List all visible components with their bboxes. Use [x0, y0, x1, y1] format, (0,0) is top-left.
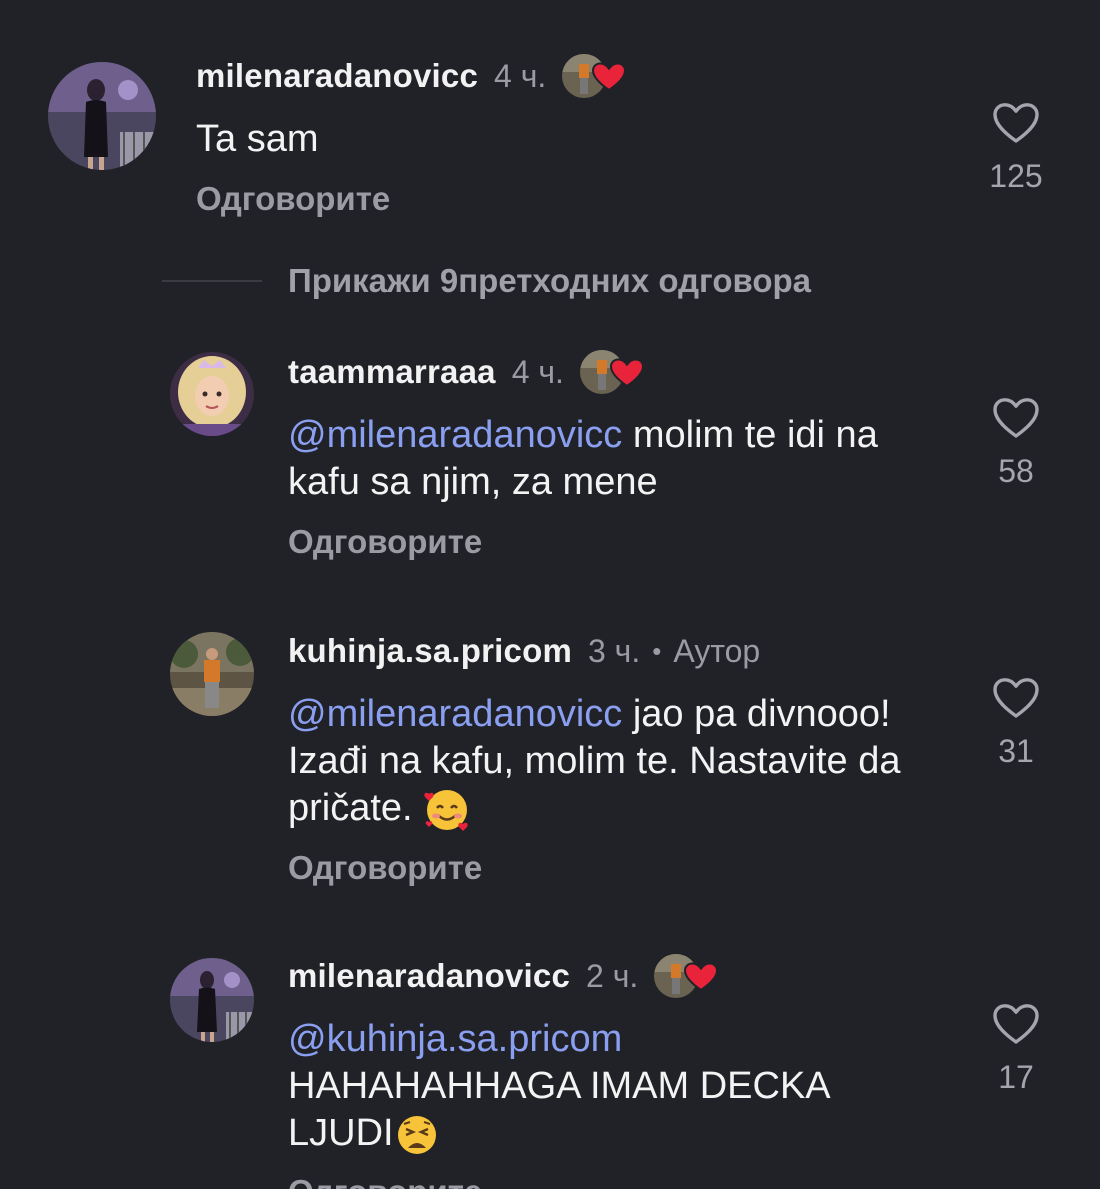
like-count: 17: [998, 1059, 1034, 1095]
comment-header: kuhinja.sa.pricom 3 ч. • Аутор: [288, 627, 760, 675]
heart-outline-icon: [993, 678, 1039, 718]
red-heart-icon: [684, 962, 719, 992]
username[interactable]: kuhinja.sa.pricom: [288, 632, 572, 670]
reply-button[interactable]: Одговорите: [288, 849, 482, 887]
smiling-face-with-hearts-emoji: [424, 789, 468, 831]
avatar[interactable]: [48, 62, 156, 170]
reply-button[interactable]: Одговорите: [288, 523, 482, 561]
timestamp: 2 ч.: [586, 957, 639, 994]
liked-by-author-badge: [562, 52, 632, 100]
liked-by-author-badge: [579, 348, 650, 396]
comment-header: milenaradanovicc 2 ч.: [288, 952, 724, 1000]
view-previous-replies[interactable]: Прикажи 9претходних одговора: [162, 262, 811, 300]
like-count: 125: [989, 158, 1043, 194]
comment-header: milenaradanovicc 4 ч.: [196, 52, 632, 100]
like-count: 58: [998, 453, 1034, 489]
timestamp: 4 ч.: [511, 353, 564, 390]
reply-button[interactable]: Одговорите: [196, 180, 390, 218]
like-button[interactable]: 125: [971, 102, 1061, 195]
comment-header: taammarraaa 4 ч.: [288, 348, 650, 396]
mention-link[interactable]: @kuhinja.sa.pricom: [288, 1016, 928, 1063]
like-button[interactable]: 31: [971, 677, 1061, 770]
comment-body: HAHAHAHHAGA IMAM DECKA LJUDI: [288, 1065, 829, 1154]
like-button[interactable]: 17: [971, 1003, 1061, 1096]
liked-by-author-badge: [654, 952, 724, 1000]
comment-text: @kuhinja.sa.pricom HAHAHAHHAGA IMAM DECK…: [288, 1016, 928, 1158]
divider-line: [162, 280, 262, 282]
username[interactable]: milenaradanovicc: [196, 57, 478, 95]
timestamp: 3 ч.: [587, 632, 641, 669]
view-previous-replies-label[interactable]: Прикажи 9претходних одговора: [288, 262, 811, 300]
comment-text: @milenaradanovicc jao pa divnooo! Izađi …: [288, 691, 928, 834]
weary-face-emoji: [397, 1115, 436, 1154]
comment-text: Ta sam: [196, 116, 836, 163]
comment-text: @milenaradanovicc molim te idi na kafu s…: [288, 412, 928, 506]
mention-link[interactable]: @milenaradanovicc: [288, 414, 622, 456]
heart-outline-icon: [993, 103, 1039, 143]
red-heart-icon: [609, 358, 644, 388]
like-count: 31: [998, 733, 1034, 769]
like-button[interactable]: 58: [971, 397, 1061, 490]
heart-outline-icon: [993, 1004, 1039, 1044]
timestamp: 4 ч.: [494, 57, 547, 94]
username[interactable]: milenaradanovicc: [288, 957, 570, 995]
username[interactable]: taammarraaa: [288, 353, 496, 391]
comments-thread: milenaradanovicc 4 ч. Ta sam Одговорите …: [0, 0, 1100, 1189]
red-heart-icon: [592, 62, 627, 92]
heart-outline-icon: [993, 398, 1039, 438]
comment-body: Ta sam: [196, 118, 319, 160]
reply-button[interactable]: Одговорите: [288, 1172, 482, 1189]
separator-dot: •: [652, 635, 662, 666]
avatar[interactable]: [170, 352, 254, 436]
avatar[interactable]: [170, 632, 254, 716]
mention-link[interactable]: @milenaradanovicc: [288, 693, 622, 735]
avatar[interactable]: [170, 958, 254, 1042]
author-label: Аутор: [673, 632, 761, 669]
